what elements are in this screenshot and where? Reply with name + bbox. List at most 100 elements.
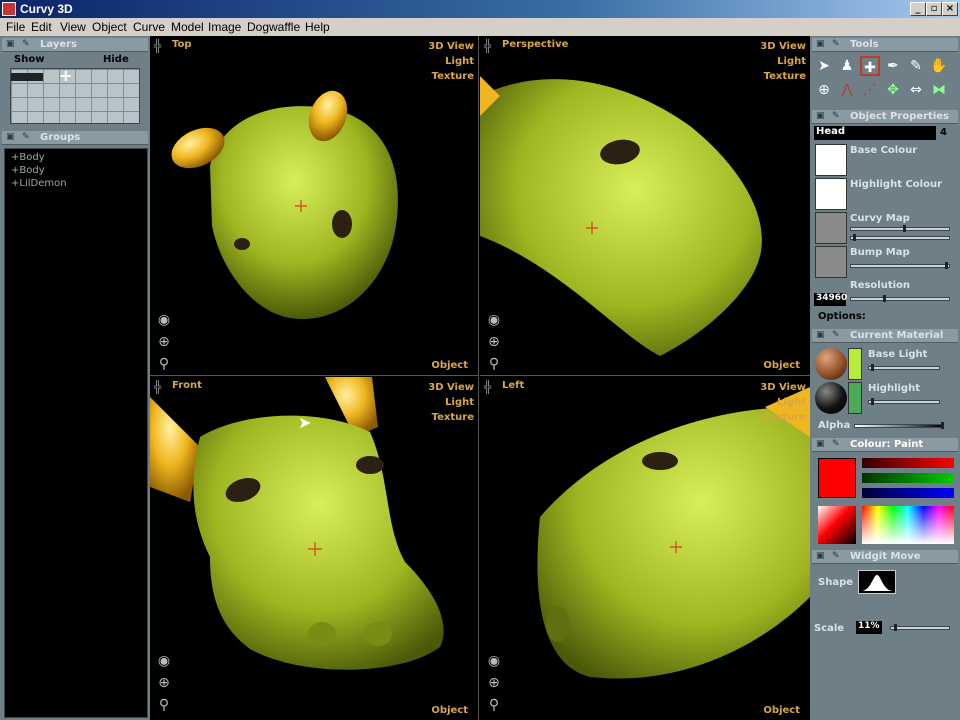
curvy-map-swatch[interactable] [815,212,847,244]
bump-map-slider[interactable] [850,262,950,269]
menu-object[interactable]: Object [92,20,127,34]
bump-map-swatch[interactable] [815,246,847,278]
pin-icon[interactable]: ▣ [816,551,825,561]
pushpin-icon[interactable]: ✎ [832,39,840,49]
pushpin-icon[interactable]: ✎ [832,551,840,561]
rotate-icon[interactable]: ⊕ [156,334,172,350]
rotate-icon[interactable]: ⊕ [156,675,172,691]
hand-icon[interactable]: ✋ [929,56,949,76]
curvy-map-slider-2[interactable] [850,234,950,241]
view-mode-3d[interactable]: 3D View [760,39,806,54]
pushpin-icon[interactable]: ✎ [22,132,30,142]
target-icon[interactable]: ⊕ [814,80,834,100]
rotate-icon[interactable]: ⊕ [486,675,502,691]
pushpin-icon[interactable]: ✎ [832,111,840,121]
view-mode-3d[interactable]: 3D View [428,39,474,54]
zoom-icon[interactable]: ⚲ [156,697,172,713]
viewport-perspective[interactable]: ╬ Perspective 3D View Light Texture ◉ ⊕ ⚲ … [480,36,810,376]
zoom-icon[interactable]: ⚲ [486,356,502,372]
pan-icon[interactable]: ◉ [156,653,172,669]
pin-icon[interactable]: ▣ [816,39,825,49]
view-mode-texture[interactable]: Texture [760,410,806,425]
shade-picker[interactable] [818,506,856,544]
viewport-top[interactable]: ╬ Top 3D View Light Texture ◉ ⊕ ⚲ Object [150,36,479,376]
layers-show-label[interactable]: Show [14,54,44,65]
curve-multi-icon[interactable]: ⋰ [860,80,880,100]
rotate-icon[interactable]: ⊕ [486,334,502,350]
viewport-object-label[interactable]: Object [431,705,468,716]
brush-icon[interactable]: ✎ [906,56,926,76]
pin-icon[interactable]: ▣ [6,132,15,142]
pan-icon[interactable]: ◉ [156,312,172,328]
highlight-colour-swatch[interactable] [848,382,862,414]
mirror-icon[interactable]: ⧓ [929,80,949,100]
options-label[interactable]: Options: [818,311,866,322]
pin-icon[interactable]: ▣ [816,439,825,449]
shape-preview[interactable] [858,570,896,594]
green-slider[interactable] [862,473,954,483]
layers-hide-label[interactable]: Hide [103,54,129,65]
viewport-maximize-icon[interactable]: ╬ [154,381,166,393]
view-mode-light[interactable]: Light [428,395,474,410]
view-mode-3d[interactable]: 3D View [760,380,806,395]
viewport-object-label[interactable]: Object [763,360,800,371]
scale-slider[interactable] [890,624,950,631]
pen-icon[interactable]: ✒ [883,56,903,76]
zoom-icon[interactable]: ⚲ [486,697,502,713]
material-sphere-icon[interactable] [815,348,847,380]
pin-icon[interactable]: ▣ [816,330,825,340]
viewport-object-label[interactable]: Object [763,705,800,716]
curvy-map-slider[interactable] [850,225,950,232]
menu-dogwaffle[interactable]: Dogwaffle [247,20,300,34]
view-mode-3d[interactable]: 3D View [428,380,474,395]
select-arrow-icon[interactable]: ➤ [814,56,834,76]
view-mode-light[interactable]: Light [428,54,474,69]
minimize-button[interactable]: _ [910,2,926,16]
scale-icon[interactable]: ⇔ [906,80,926,100]
menu-file[interactable]: File [6,20,25,34]
group-item[interactable]: +Body [11,152,45,163]
pin-icon[interactable]: ▣ [816,111,825,121]
menu-model[interactable]: Model [171,20,204,34]
menu-help[interactable]: Help [305,20,330,34]
menu-edit[interactable]: Edit [31,20,52,34]
group-item[interactable]: +Body [11,165,45,176]
highlight-colour-swatch[interactable] [815,178,847,210]
alpha-slider[interactable] [854,422,944,429]
add-layer-icon[interactable]: + [59,66,72,85]
restore-button[interactable]: ▫ [926,2,942,16]
add-point-icon[interactable]: ✚ [860,56,880,76]
viewport-object-label[interactable]: Object [431,360,468,371]
resolution-slider[interactable] [850,295,950,302]
curve-up-icon[interactable]: ⋀ [837,80,857,100]
pan-icon[interactable]: ◉ [486,312,502,328]
blue-slider[interactable] [862,488,954,498]
highlight-slider[interactable] [868,398,940,405]
view-mode-light[interactable]: Light [760,395,806,410]
object-name-field[interactable]: Head [814,126,936,140]
view-mode-texture[interactable]: Texture [760,69,806,84]
base-colour-swatch[interactable] [815,144,847,176]
viewport-front[interactable]: ╬ Front 3D View Light Texture ➤ ◉ ⊕ ⚲ Obje… [150,377,479,720]
hue-picker[interactable] [862,506,954,544]
viewport-maximize-icon[interactable]: ╬ [484,40,496,52]
menu-curve[interactable]: Curve [133,20,165,34]
highlight-sphere-icon[interactable] [815,382,847,414]
viewport-maximize-icon[interactable]: ╬ [154,40,166,52]
move-icon[interactable]: ✥ [883,80,903,100]
red-slider[interactable] [862,458,954,468]
pushpin-icon[interactable]: ✎ [22,39,30,49]
resolution-value-field[interactable]: 34960 [814,293,847,306]
pushpin-icon[interactable]: ✎ [832,330,840,340]
viewport-maximize-icon[interactable]: ╬ [484,381,496,393]
viewport-left[interactable]: ╬ Left 3D View Light Texture ◉ ⊕ ⚲ Object [480,377,810,720]
menu-image[interactable]: Image [208,20,241,34]
view-mode-texture[interactable]: Texture [428,410,474,425]
pawn-icon[interactable]: ♟ [837,56,857,76]
zoom-icon[interactable]: ⚲ [156,356,172,372]
menu-view[interactable]: View [60,20,86,34]
base-light-colour-swatch[interactable] [848,348,862,380]
view-mode-light[interactable]: Light [760,54,806,69]
close-button[interactable]: × [942,2,958,16]
base-light-slider[interactable] [868,364,940,371]
